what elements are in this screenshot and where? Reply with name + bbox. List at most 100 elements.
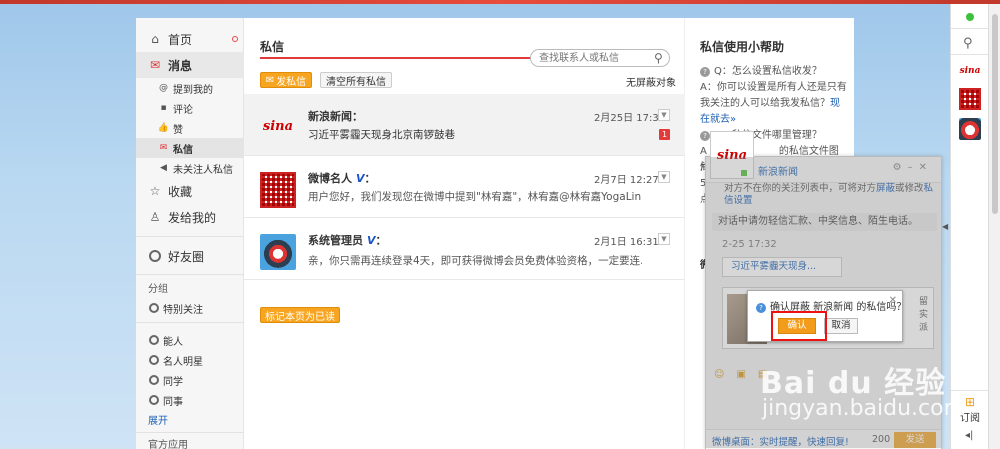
no-shield-link[interactable]: 无屏蔽对象 — [626, 74, 676, 89]
chevron-down-icon[interactable]: ▼ — [658, 233, 670, 245]
nav-group-1[interactable]: 能人 — [136, 330, 244, 350]
nav-private[interactable]: ✉ 私信 — [136, 138, 244, 158]
chevron-down-icon[interactable]: ▼ — [658, 171, 670, 183]
contact-avatar-qr[interactable] — [959, 88, 981, 110]
question-icon: ? — [756, 303, 766, 313]
baidu-watermark-url: jingyan.baidu.com — [762, 396, 966, 421]
nav-divider — [136, 322, 244, 323]
nav-messages[interactable]: ✉ 消息 — [136, 52, 244, 78]
right-sidebar: ⚲ sina ⊞ 订阅 ◂| — [950, 4, 989, 449]
nav-home[interactable]: ⌂ 首页 — [136, 26, 244, 52]
help-q1-text: Q：怎么设置私信收发？ — [714, 66, 822, 77]
nav-group-1-label: 能人 — [163, 336, 183, 348]
qr-code-avatar[interactable] — [260, 172, 296, 208]
person-icon: ♙ — [149, 210, 161, 224]
table-row[interactable]: 微博名人 V： 2月7日 12:27 ▼ 用户您好，我们发现您在微博中提到"林宥嘉… — [244, 156, 685, 218]
system-admin-avatar[interactable] — [260, 234, 296, 270]
close-icon[interactable]: ✕ — [889, 295, 897, 306]
sidebar-divider — [951, 54, 989, 55]
nav-special-label: 特别关注 — [163, 304, 203, 316]
groups-heading: 分组 — [148, 284, 168, 295]
sidebar-divider — [951, 28, 989, 29]
sender-colon: ： — [375, 234, 387, 247]
comment-icon: ▪ — [160, 103, 167, 113]
nav-group-3[interactable]: 同学 — [136, 370, 244, 390]
nav-divider — [136, 236, 244, 237]
unread-badge: 1 — [659, 129, 670, 140]
mark-read-button[interactable]: 标记本页为已读 — [260, 307, 340, 323]
nav-group-2[interactable]: 名人明星 — [136, 350, 244, 370]
group-icon — [148, 335, 159, 346]
top-accent-bar — [0, 0, 1000, 4]
nav-sent-to-me[interactable]: ♙ 发给我的 — [136, 204, 244, 230]
nav-favorites[interactable]: ☆ 收藏 — [136, 178, 244, 204]
message-time: 2月7日 12:27 — [594, 175, 659, 186]
nav-group-3-label: 同学 — [163, 376, 183, 388]
nav-unfollowed-label: 未关注人私信 — [173, 164, 233, 176]
table-row[interactable]: 系统管理员 V： 2月1日 16:31 ▼ 亲，你只需再连续登录4天，即可获得微博… — [244, 218, 685, 280]
nav-likes[interactable]: 👍 赞 — [136, 118, 244, 138]
search-input[interactable] — [530, 49, 670, 67]
nav-mentions[interactable]: @ 提到我的 — [136, 78, 244, 98]
page-title: 私信 — [260, 40, 285, 54]
thumbs-up-icon: 👍 — [157, 123, 170, 133]
nav-group-2-label: 名人明星 — [163, 356, 203, 368]
at-icon: @ — [159, 83, 168, 93]
nav-group-4[interactable]: 同事 — [136, 390, 244, 410]
compose-button-label: 发私信 — [276, 76, 307, 88]
sina-news-avatar[interactable]: sina — [260, 108, 296, 144]
scrollbar[interactable] — [988, 4, 1000, 449]
nav-unfollowed[interactable]: ◀ 未关注人私信 — [136, 158, 244, 178]
collapse-arrow-icon[interactable]: ◀ — [942, 222, 950, 242]
sender-name[interactable]: 系统管理员 V： — [308, 232, 387, 248]
search-icon[interactable]: ⚲ — [963, 36, 973, 51]
friends-circle-icon — [148, 249, 162, 263]
pin-icon[interactable]: ◂| — [965, 430, 973, 441]
cancel-button[interactable]: 取消 — [824, 318, 858, 334]
search-icon[interactable]: ⚲ — [654, 51, 663, 65]
help-title: 私信使用小帮助 — [700, 40, 785, 54]
envelope-icon: ✉ — [265, 74, 275, 86]
help-q1: ? Q：怎么设置私信收发？ — [700, 64, 848, 80]
nav-comments-label: 评论 — [173, 104, 193, 116]
nav-home-label: 首页 — [168, 32, 193, 47]
nav-likes-label: 赞 — [173, 124, 183, 136]
special-follow-icon — [148, 303, 159, 314]
verified-badge-icon: V — [367, 234, 376, 247]
clear-all-button[interactable]: 清空所有私信 — [320, 72, 392, 88]
mail-icon: ✉ — [149, 58, 161, 72]
expand-link[interactable]: 展开 — [148, 412, 168, 427]
official-apps-heading: 官方应用 — [148, 440, 188, 449]
nav-mentions-label: 提到我的 — [173, 84, 213, 96]
sender-name[interactable]: 微博名人 V： — [308, 170, 376, 186]
question-icon: ? — [700, 131, 710, 141]
group-icon — [148, 375, 159, 386]
message-time: 2月25日 17:32 — [594, 113, 666, 124]
notification-dot-icon — [232, 36, 238, 42]
message-preview[interactable]: 习近平雾霾天现身北京南锣鼓巷 — [308, 127, 642, 142]
message-preview[interactable]: 用户您好，我们发现您在微博中提到"林宥嘉"，林宥嘉@林宥嘉YogaLin ... — [308, 189, 642, 204]
scrollbar-thumb[interactable] — [992, 14, 998, 214]
help-a1-text: A：你可以设置是所有人还是只有我关注的人可以给我发私信？ — [700, 82, 847, 109]
compose-button[interactable]: ✉ 发私信 — [260, 72, 312, 88]
contact-avatar-system[interactable] — [959, 118, 981, 140]
message-preview[interactable]: 亲，你只需再连续登录4天，即可获得微博会员免费体验资格，一定要连... — [308, 253, 642, 268]
table-row[interactable]: sina 新浪新闻： 2月25日 17:32 ▼ 习近平雾霾天现身北京南锣鼓巷 … — [244, 94, 685, 156]
group-icon — [148, 355, 159, 366]
verified-badge-icon: V — [356, 172, 365, 185]
sender-name[interactable]: 新浪新闻： — [308, 108, 363, 124]
contact-avatar-sina[interactable]: sina — [959, 60, 981, 82]
nav-favorites-label: 收藏 — [168, 184, 193, 199]
sender-name-text: 微博名人 — [308, 172, 352, 185]
nav-comments[interactable]: ▪ 评论 — [136, 98, 244, 118]
nav-friends-circle[interactable]: 好友圈 — [136, 243, 244, 269]
chevron-down-icon[interactable]: ▼ — [658, 109, 670, 121]
nav-messages-label: 消息 — [168, 58, 193, 73]
nav-sent-to-me-label: 发给我的 — [168, 210, 217, 225]
help-a1: A：你可以设置是所有人还是只有我关注的人可以给我发私信？现在就去» — [700, 80, 848, 128]
online-status-icon — [966, 13, 974, 21]
sender-colon: ： — [364, 172, 376, 185]
group-icon — [148, 395, 159, 406]
title-underline — [260, 57, 535, 59]
nav-special[interactable]: 特别关注 — [136, 298, 244, 318]
